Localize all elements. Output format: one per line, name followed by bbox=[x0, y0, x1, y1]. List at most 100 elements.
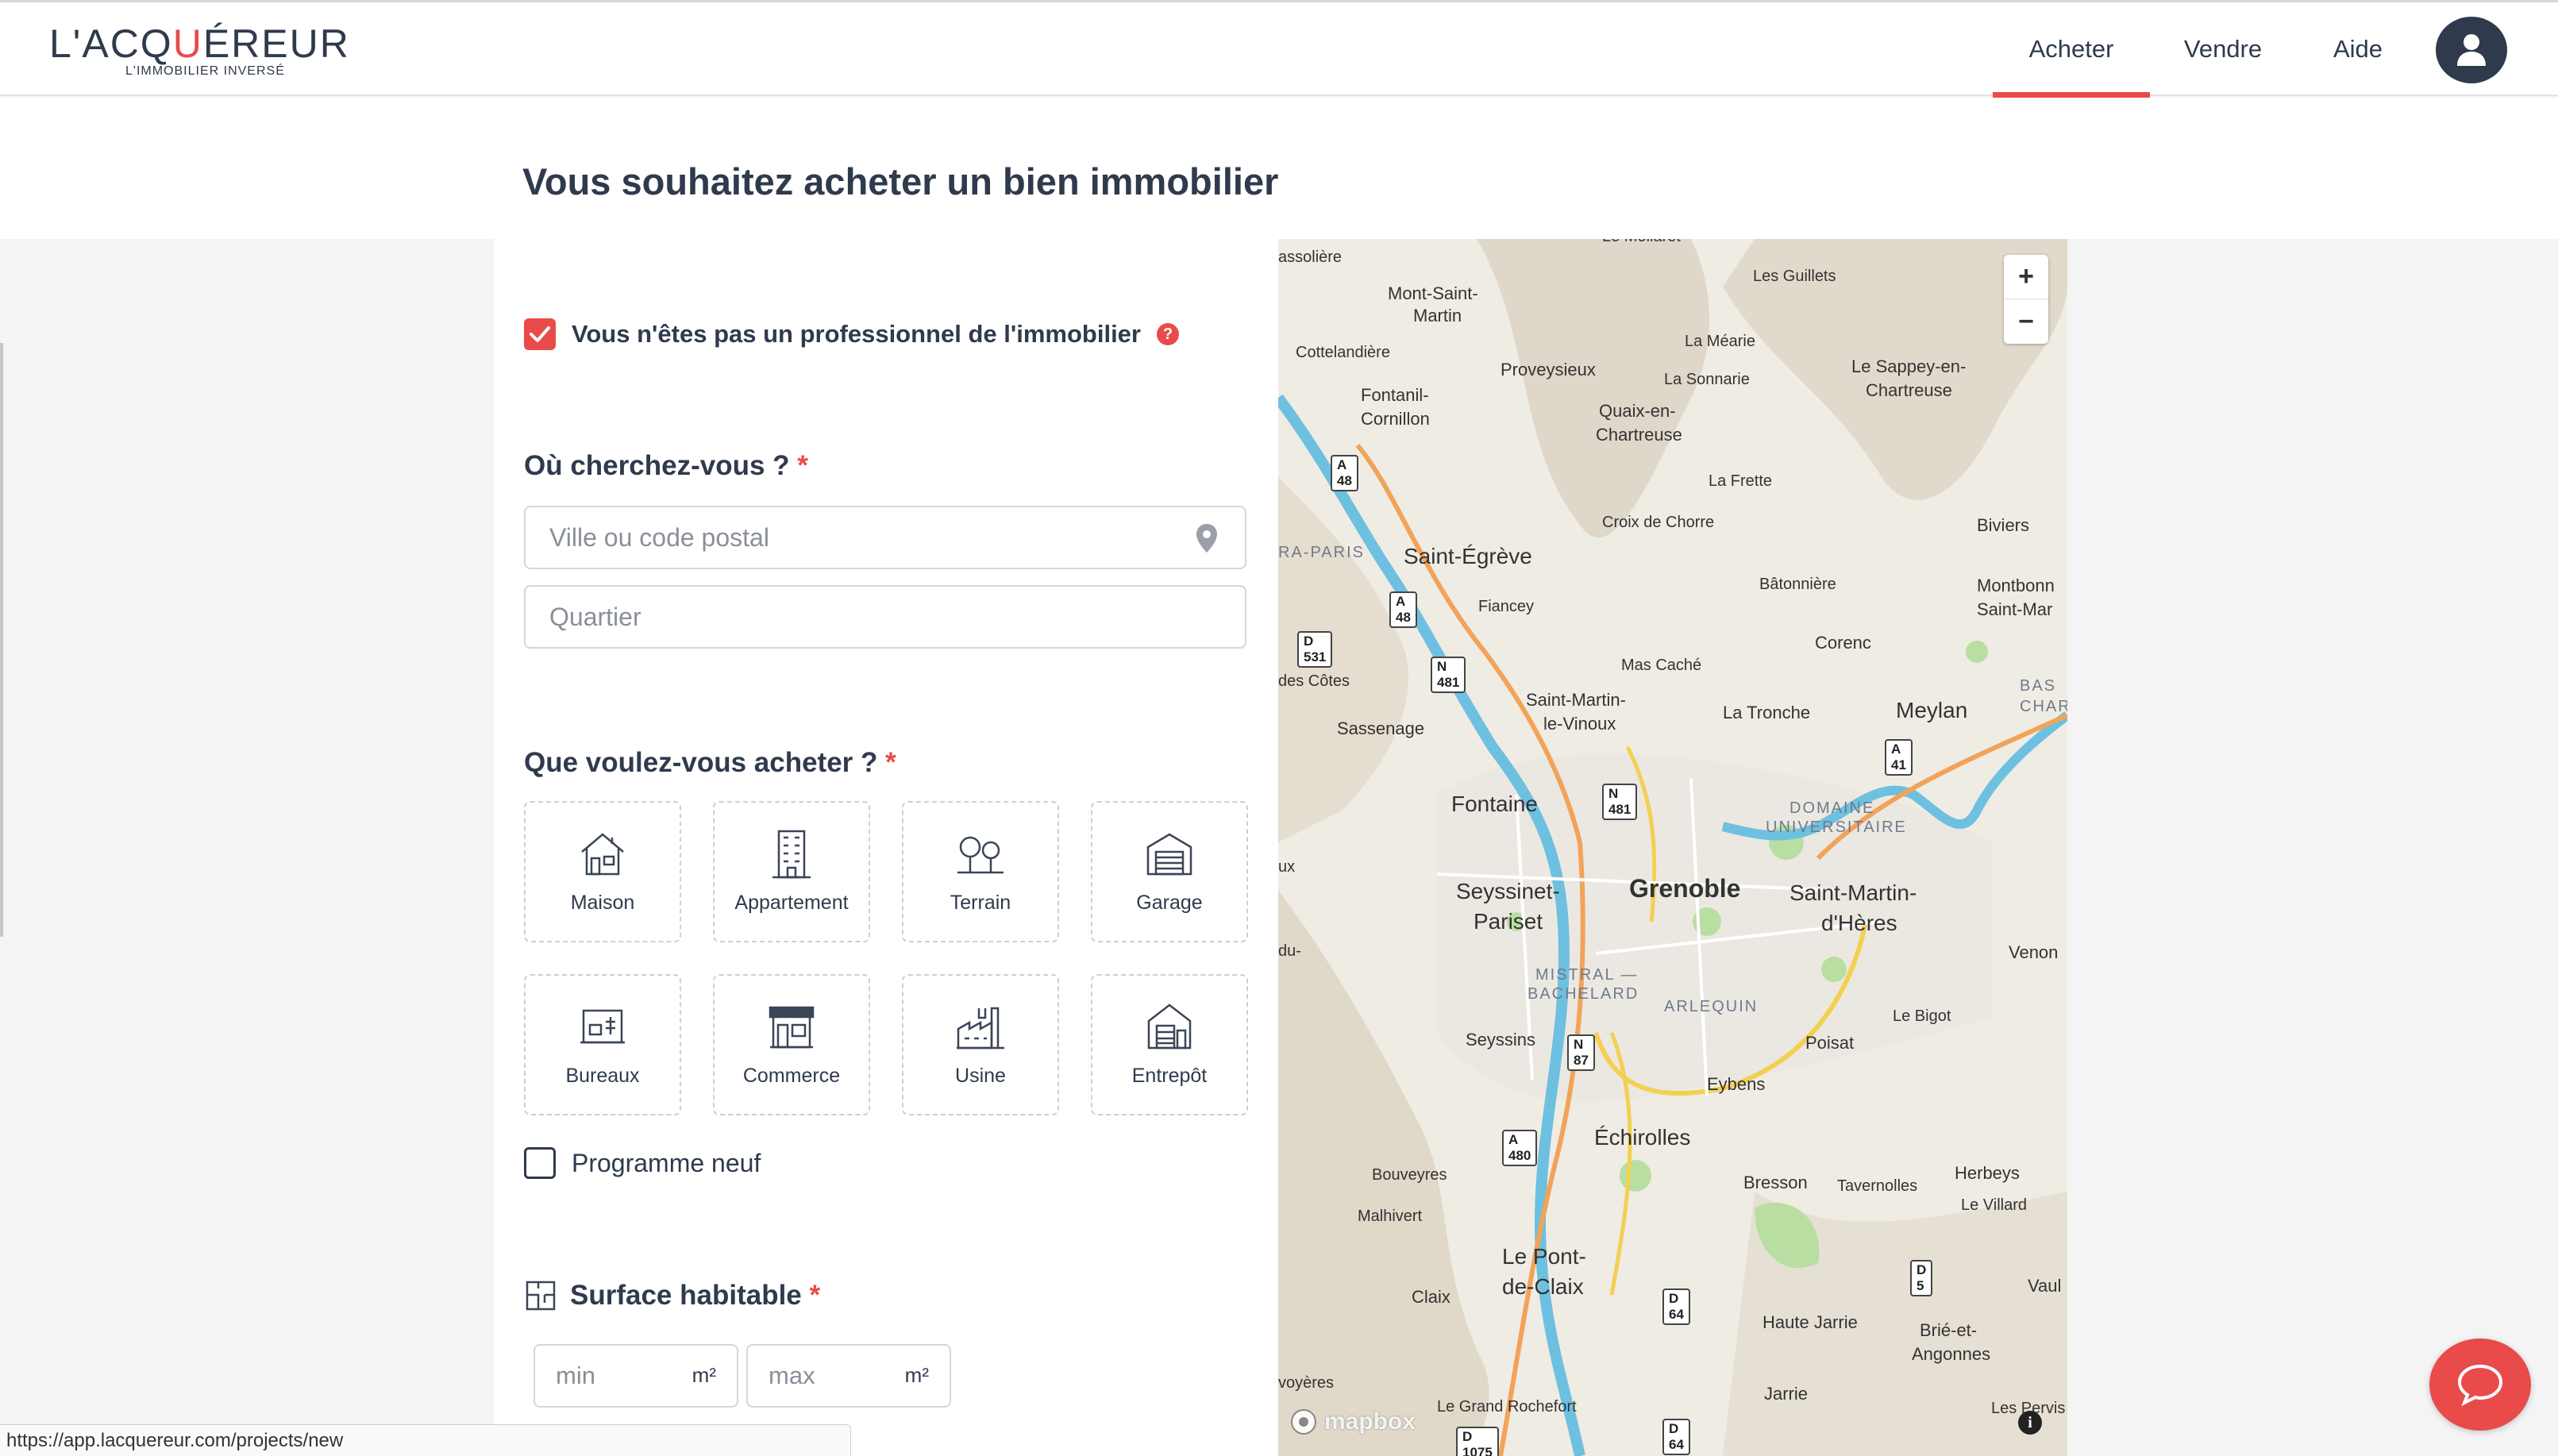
type-label: Entrepôt bbox=[1131, 1065, 1208, 1087]
type-label: Maison bbox=[570, 892, 635, 914]
place-label: Le Mollaret bbox=[1602, 239, 1681, 246]
help-icon[interactable]: ? bbox=[1156, 323, 1179, 345]
place-label: CHARLA bbox=[2020, 698, 2067, 715]
surface-label-text: Surface habitable bbox=[570, 1280, 802, 1311]
map[interactable]: Le Mollaret assolière Les Guillets Mont-… bbox=[1278, 239, 2067, 1456]
map-info-icon[interactable]: i bbox=[2018, 1411, 2042, 1435]
required-mark: * bbox=[809, 1280, 821, 1311]
type-bureaux-tile[interactable]: Bureaux bbox=[524, 974, 681, 1115]
place-label: Tavernolles bbox=[1837, 1177, 1918, 1195]
place-label: Corenc bbox=[1815, 633, 1871, 653]
road-shield: D 531 bbox=[1297, 631, 1333, 668]
road-shield: D 64 bbox=[1662, 1288, 1690, 1325]
place-label: Proveysieux bbox=[1501, 360, 1596, 379]
place-label: Eybens bbox=[1707, 1074, 1766, 1094]
browser-status-bar: https://app.lacquereur.com/projects/new bbox=[0, 1424, 851, 1456]
shop-icon bbox=[769, 1006, 815, 1049]
place-label: Croix de Chorre bbox=[1602, 514, 1715, 531]
surface-min-input[interactable] bbox=[535, 1346, 678, 1406]
not-professional-label: Vous n'êtes pas un professionnel de l'im… bbox=[572, 320, 1141, 348]
chat-button[interactable] bbox=[2429, 1339, 2531, 1431]
type-terrain-tile[interactable]: Terrain bbox=[902, 801, 1059, 942]
place-label: Le Grand Rochefort bbox=[1437, 1398, 1577, 1416]
place-label: Bresson bbox=[1743, 1173, 1808, 1192]
logo-text-q: U bbox=[172, 21, 203, 66]
type-usine-tile[interactable]: Usine bbox=[902, 974, 1059, 1115]
place-label: assolière bbox=[1278, 248, 1343, 266]
place-label: Venon bbox=[2009, 942, 2059, 962]
type-maison-tile[interactable]: Maison bbox=[524, 801, 681, 942]
place-label: La Tronche bbox=[1723, 703, 1811, 722]
check-icon bbox=[530, 326, 550, 342]
place-label: Grenoble bbox=[1629, 874, 1741, 903]
land-icon bbox=[957, 836, 1004, 874]
place-label: MISTRAL — bbox=[1535, 966, 1639, 984]
floorplan-icon bbox=[526, 1281, 556, 1311]
place-label: ARLEQUIN bbox=[1664, 998, 1759, 1015]
surface-header: Surface habitable * bbox=[524, 1279, 820, 1312]
user-avatar-button[interactable] bbox=[2436, 17, 2507, 83]
logo-text-start: L'ACQ bbox=[49, 21, 173, 66]
type-garage-tile[interactable]: Garage bbox=[1091, 801, 1248, 942]
type-label: Bureaux bbox=[565, 1065, 640, 1087]
place-label: Angonnes bbox=[1912, 1344, 1991, 1364]
road-shield: A 48 bbox=[1331, 455, 1358, 491]
place-label: Pariset bbox=[1474, 909, 1543, 934]
mapbox-wordmark: mapbox bbox=[1324, 1408, 1416, 1435]
logo[interactable]: L'ACQUÉREUR L'IMMOBILIER INVERSÉ bbox=[49, 21, 350, 78]
required-mark: * bbox=[797, 450, 808, 481]
place-label: Montbonn bbox=[1977, 576, 2055, 595]
place-label: des Côtes bbox=[1278, 672, 1350, 690]
place-label: Sassenage bbox=[1337, 718, 1425, 738]
zoom-controls: + − bbox=[2004, 255, 2048, 344]
new-program-checkbox[interactable] bbox=[524, 1147, 556, 1179]
nav-vendre[interactable]: Vendre bbox=[2171, 2, 2275, 96]
apartment-icon bbox=[772, 830, 811, 879]
nav-aide[interactable]: Aide bbox=[2322, 2, 2394, 96]
type-entrepot-tile[interactable]: Entrepôt bbox=[1091, 974, 1248, 1115]
place-label: d'Hères bbox=[1821, 911, 1897, 935]
location-label-text: Où cherchez-vous ? bbox=[524, 450, 790, 481]
place-label: Le Villard bbox=[1961, 1196, 2028, 1214]
surface-max-input[interactable] bbox=[748, 1346, 891, 1406]
zoom-out-button[interactable]: − bbox=[2004, 299, 2048, 344]
factory-icon bbox=[957, 1007, 1004, 1050]
nav-acheter[interactable]: Acheter bbox=[1993, 2, 2150, 98]
place-label: Le Sappey-en- bbox=[1851, 356, 1967, 376]
place-label: La Méarie bbox=[1685, 333, 1755, 350]
city-input[interactable] bbox=[526, 507, 1245, 568]
road-shield: D 5 bbox=[1910, 1260, 1933, 1296]
place-label: Jarrie bbox=[1764, 1384, 1809, 1404]
place-label: Meylan bbox=[1896, 698, 1968, 722]
place-label: Malhivert bbox=[1358, 1208, 1423, 1225]
not-professional-row: Vous n'êtes pas un professionnel de l'im… bbox=[524, 318, 1179, 350]
place-label: de-Claix bbox=[1502, 1274, 1584, 1299]
not-professional-checkbox[interactable] bbox=[524, 318, 556, 350]
place-label: Échirolles bbox=[1594, 1125, 1691, 1150]
new-program-row: Programme neuf bbox=[524, 1147, 761, 1179]
place-label: Mont-Saint- bbox=[1388, 283, 1478, 303]
city-field bbox=[524, 506, 1246, 569]
place-label: Chartreuse bbox=[1866, 380, 1952, 400]
type-commerce-tile[interactable]: Commerce bbox=[713, 974, 870, 1115]
place-label: Seyssinet- bbox=[1456, 879, 1560, 903]
road-shield: A 480 bbox=[1502, 1130, 1538, 1166]
place-label: La Frette bbox=[1709, 472, 1773, 490]
place-label: Chartreuse bbox=[1596, 425, 1682, 445]
place-label: Bouveyres bbox=[1372, 1166, 1447, 1184]
zoom-in-button[interactable]: + bbox=[2004, 255, 2048, 299]
property-type-label: Que voulez-vous acheter ? * bbox=[524, 747, 896, 779]
place-label: Vaul bbox=[2028, 1276, 2062, 1296]
mapbox-attribution[interactable]: mapbox bbox=[1289, 1408, 1416, 1436]
district-input[interactable] bbox=[526, 587, 1245, 647]
road-shield: A 41 bbox=[1885, 739, 1913, 776]
office-icon bbox=[580, 1009, 625, 1044]
map-labels: Le Mollaret assolière Les Guillets Mont-… bbox=[1278, 239, 2067, 1456]
place-label: BACHELARD bbox=[1527, 985, 1639, 1003]
logo-text-end: ÉREUR bbox=[202, 21, 350, 66]
warehouse-icon bbox=[1147, 1003, 1192, 1050]
place-label: Le Pont- bbox=[1502, 1244, 1586, 1269]
title-band: Vous souhaitez acheter un bien immobilie… bbox=[0, 98, 2558, 239]
road-shield: A 48 bbox=[1389, 591, 1417, 628]
type-appartement-tile[interactable]: Appartement bbox=[713, 801, 870, 942]
